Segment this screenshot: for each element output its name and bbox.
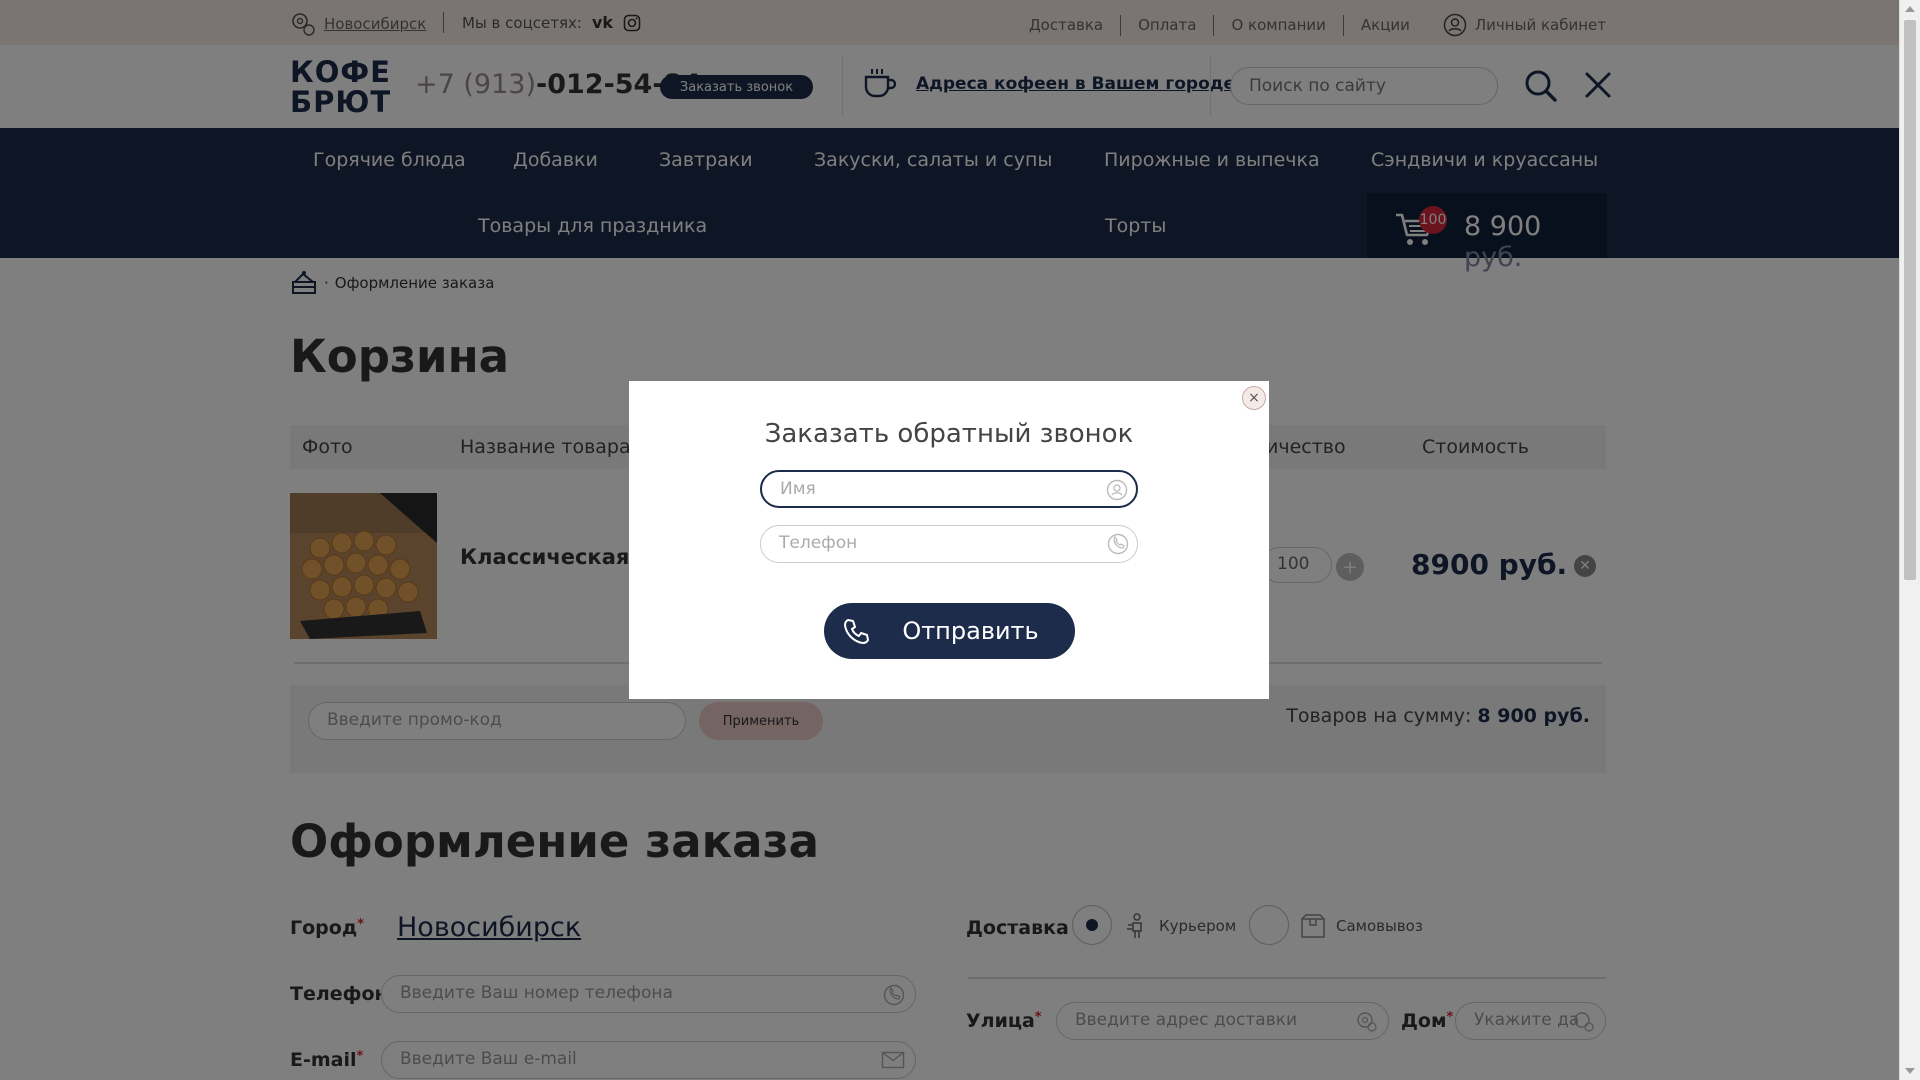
- user-icon: [1106, 479, 1128, 501]
- phone-placeholder: Телефон: [779, 533, 858, 553]
- name-placeholder: Имя: [780, 479, 816, 499]
- callback-modal: × Заказать обратный звонок Имя Телефон О…: [629, 381, 1269, 699]
- modal-title: Заказать обратный звонок: [764, 419, 1134, 449]
- phone-icon: [1107, 533, 1129, 555]
- phone-call-icon: [844, 619, 870, 644]
- page: Новосибирск Мы в соцсетях: vk Доставка О…: [0, 0, 1899, 1080]
- scroll-up-arrow[interactable]: [1905, 6, 1915, 12]
- send-button[interactable]: Отправить: [824, 603, 1075, 659]
- phone-field[interactable]: Телефон: [760, 525, 1138, 563]
- modal-close-button[interactable]: ×: [1242, 386, 1266, 410]
- scrollbar-thumb[interactable]: [1904, 20, 1916, 580]
- send-label: Отправить: [902, 617, 1039, 645]
- scroll-down-arrow[interactable]: [1905, 1068, 1915, 1074]
- name-field[interactable]: Имя: [760, 470, 1138, 508]
- page-scrollbar[interactable]: [1899, 0, 1920, 1080]
